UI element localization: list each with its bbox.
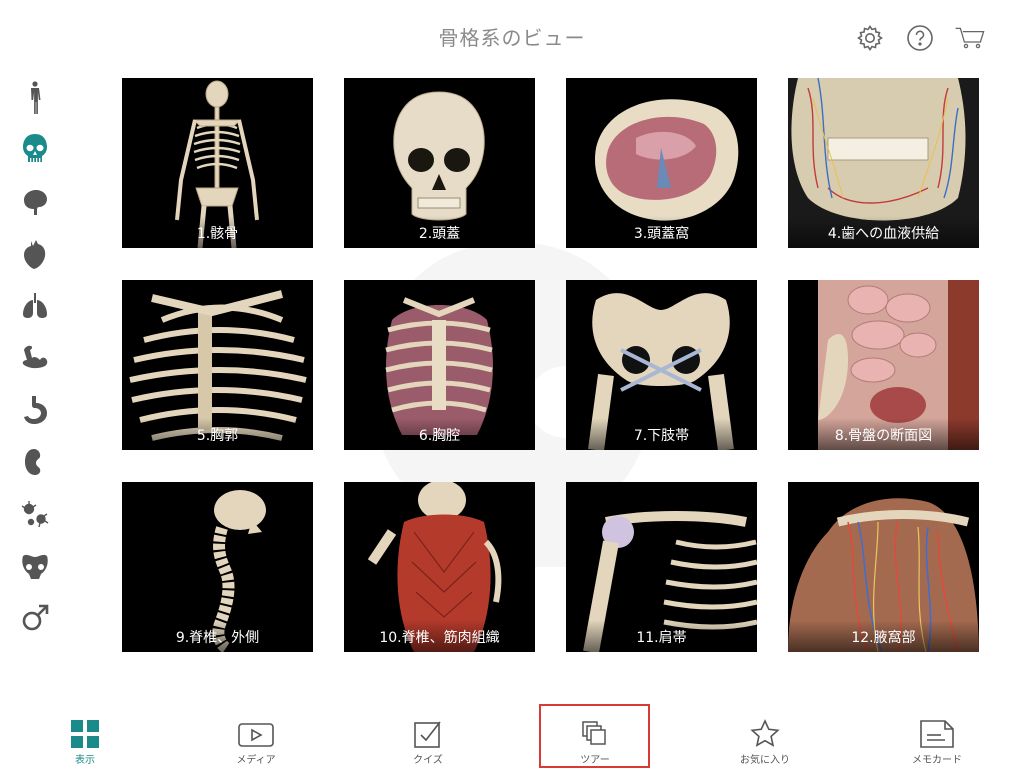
bottom-tab-bar: 表示 メディア クイズ ツアー お気に入り メモカード	[0, 706, 1024, 768]
lungs-icon	[23, 293, 47, 318]
help-icon[interactable]	[904, 22, 936, 54]
tile-spine-muscles[interactable]: 10.脊椎、筋肉組織	[344, 482, 535, 652]
star-icon	[750, 719, 780, 747]
tile-label: 5.胸郭	[122, 418, 313, 450]
view-grid: 1.骸骨 2.頭蓋 3.頭蓋窩 4.歯への血液供給 5.胸郭 6.胸腔 7.下肢…	[122, 78, 979, 652]
tile-cranial-fossa[interactable]: 3.頭蓋窩	[566, 78, 757, 248]
tile-shoulder-girdle[interactable]: 11.肩帯	[566, 482, 757, 652]
tile-label: 2.頭蓋	[344, 216, 535, 248]
sidebar-item-muscular[interactable]	[14, 332, 56, 384]
body-icon	[31, 81, 41, 114]
tab-flashcards[interactable]: メモカード	[882, 706, 992, 766]
sidebar-item-respiratory[interactable]	[14, 280, 56, 332]
tab-favorites[interactable]: お気に入り	[710, 706, 820, 766]
tile-label: 10.脊椎、筋肉組織	[344, 620, 535, 652]
sidebar-item-urinary[interactable]	[14, 436, 56, 488]
tile-label: 11.肩帯	[566, 620, 757, 652]
heart-icon	[24, 240, 46, 269]
play-icon	[238, 723, 274, 747]
sidebar-item-cardio[interactable]	[14, 228, 56, 280]
tile-axilla[interactable]: 12.腋窩部	[788, 482, 979, 652]
kidney-icon	[25, 449, 41, 475]
tile-label: 9.脊椎、外側	[122, 620, 313, 652]
checkbox-icon	[414, 721, 441, 748]
male-symbol-icon	[22, 604, 49, 631]
sidebar-item-nervous[interactable]	[14, 176, 56, 228]
tab-tour[interactable]: ツアー	[540, 706, 650, 766]
tile-label: 12.腋窩部	[788, 620, 979, 652]
tab-quiz[interactable]: クイズ	[373, 706, 483, 766]
copy-stack-icon	[582, 721, 606, 745]
brain-icon	[24, 190, 47, 215]
tile-label: 7.下肢帯	[566, 418, 757, 450]
tile-label: 1.骸骨	[122, 216, 313, 248]
tab-label: メモカード	[912, 755, 962, 766]
tile-label: 4.歯への血液供給	[788, 216, 979, 248]
cells-icon	[21, 501, 49, 528]
sidebar-item-gender[interactable]	[14, 592, 56, 644]
tab-label: お気に入り	[740, 755, 790, 766]
sidebar-item-skeleton[interactable]	[14, 124, 56, 176]
sidebar-item-digestive[interactable]	[14, 384, 56, 436]
category-sidebar	[14, 72, 56, 644]
tile-skeleton[interactable]: 1.骸骨	[122, 78, 313, 248]
tile-spine-lateral[interactable]: 9.脊椎、外側	[122, 482, 313, 652]
grid-icon	[71, 720, 99, 748]
tab-label: ツアー	[580, 755, 610, 766]
tile-dental-blood-supply[interactable]: 4.歯への血液供給	[788, 78, 979, 248]
tab-label: 表示	[75, 755, 95, 766]
muscle-arm-icon	[22, 345, 48, 369]
tile-label: 6.胸腔	[344, 418, 535, 450]
tile-rib-cage[interactable]: 5.胸郭	[122, 280, 313, 450]
note-card-icon	[920, 720, 954, 748]
pelvis-icon	[22, 554, 48, 579]
tile-label: 8.骨盤の断面図	[788, 418, 979, 450]
tile-pelvis-section[interactable]: 8.骨盤の断面図	[788, 280, 979, 450]
top-toolbar	[854, 22, 986, 54]
sidebar-item-body[interactable]	[14, 72, 56, 124]
tab-view[interactable]: 表示	[30, 706, 140, 766]
cart-icon[interactable]	[954, 22, 986, 54]
sidebar-item-immune[interactable]	[14, 488, 56, 540]
tile-label: 3.頭蓋窩	[566, 216, 757, 248]
stomach-icon	[24, 396, 47, 424]
tile-pelvic-girdle[interactable]: 7.下肢帯	[566, 280, 757, 450]
tile-skull[interactable]: 2.頭蓋	[344, 78, 535, 248]
sidebar-item-reproductive[interactable]	[14, 540, 56, 592]
tab-media[interactable]: メディア	[201, 706, 311, 766]
tab-label: クイズ	[413, 755, 443, 766]
gear-icon[interactable]	[854, 22, 886, 54]
tab-label: メディア	[236, 755, 276, 766]
tile-thoracic-cavity[interactable]: 6.胸腔	[344, 280, 535, 450]
skull-icon	[23, 134, 47, 162]
